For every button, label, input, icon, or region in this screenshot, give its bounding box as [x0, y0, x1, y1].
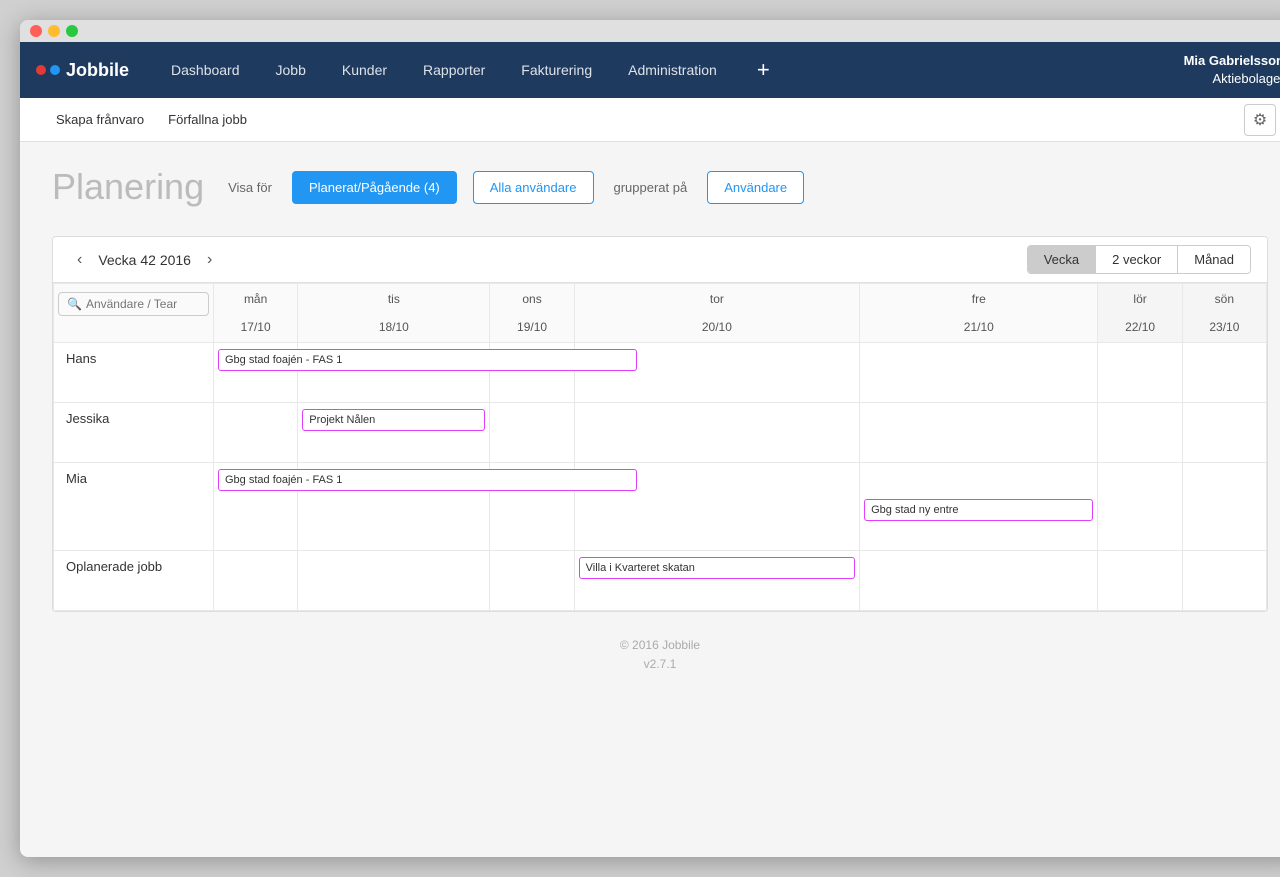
- cell-r3-d6[interactable]: [1182, 551, 1266, 611]
- logo-blue-dot: [50, 65, 60, 75]
- nav-administration[interactable]: Administration: [610, 42, 735, 98]
- cell-r3-d2[interactable]: [490, 551, 574, 611]
- day-header-4: fre21/10: [860, 284, 1098, 343]
- cell-r1-d4[interactable]: [860, 403, 1098, 463]
- nav-fakturering[interactable]: Fakturering: [503, 42, 610, 98]
- calendar-table: 🔍mån17/10tis18/10ons19/10tor20/10fre21/1…: [53, 283, 1267, 611]
- week-label: Vecka 42 2016: [98, 252, 191, 268]
- user-label-0: Hans: [54, 343, 214, 403]
- minimize-button[interactable]: [48, 25, 60, 37]
- user-company: Aktiebolaget: [1184, 70, 1280, 88]
- search-input2[interactable]: [86, 297, 200, 311]
- cell-r1-d3[interactable]: [574, 403, 859, 463]
- user-info: Mia Gabrielsson Aktiebolaget: [1184, 52, 1280, 88]
- cell-r3-d1[interactable]: [298, 551, 490, 611]
- cell-r1-d0[interactable]: [214, 403, 298, 463]
- calendar: ‹ Vecka 42 2016 › Vecka 2 veckor Månad 🔍…: [52, 236, 1268, 612]
- settings-gear-icon[interactable]: ⚙: [1244, 104, 1276, 136]
- event-r3-d3[interactable]: Villa i Kvarteret skatan: [579, 557, 855, 579]
- view-month-button[interactable]: Månad: [1178, 246, 1250, 273]
- search-box2[interactable]: 🔍: [58, 292, 209, 316]
- next-week-button[interactable]: ›: [199, 247, 220, 273]
- footer-copyright: © 2016 Jobbile: [52, 636, 1268, 655]
- subnav: Skapa frånvaro Förfallna jobb ⚙: [20, 98, 1280, 142]
- filter-planned-button[interactable]: Planerat/Pågående (4): [292, 171, 457, 204]
- cell-r2-d0[interactable]: Gbg stad foajén - FAS 1: [214, 463, 298, 551]
- day-header-3: tor20/10: [574, 284, 859, 343]
- logo-text: Jobbile: [66, 60, 129, 81]
- user-name: Mia Gabrielsson: [1184, 52, 1280, 70]
- cell-r0-d0[interactable]: Gbg stad foajén - FAS 1: [214, 343, 298, 403]
- cell-r0-d6[interactable]: [1182, 343, 1266, 403]
- maximize-button[interactable]: [66, 25, 78, 37]
- page-title: Planering: [52, 166, 204, 208]
- cell-r3-d3[interactable]: Villa i Kvarteret skatan: [574, 551, 859, 611]
- day-header-6: sön23/10: [1182, 284, 1266, 343]
- day-header-2: ons19/10: [490, 284, 574, 343]
- user-label-2: Mia: [54, 463, 214, 551]
- nav-jobb[interactable]: Jobb: [258, 42, 324, 98]
- user-label-1: Jessika: [54, 403, 214, 463]
- main-content: Planering Visa för Planerat/Pågående (4)…: [20, 142, 1280, 714]
- day-header-1: tis18/10: [298, 284, 490, 343]
- nav-rapporter[interactable]: Rapporter: [405, 42, 503, 98]
- navbar: Jobbile Dashboard Jobb Kunder Rapporter …: [20, 42, 1280, 98]
- event-r2-d0[interactable]: Gbg stad foajén - FAS 1: [218, 469, 637, 491]
- subnav-forfallna-jobb[interactable]: Förfallna jobb: [156, 98, 259, 142]
- logo-red-dot: [36, 65, 46, 75]
- day-header-0: mån17/10: [214, 284, 298, 343]
- group-by-button[interactable]: Användare: [707, 171, 804, 204]
- user-label-3: Oplanerade jobb: [54, 551, 214, 611]
- cell-r2-d6[interactable]: [1182, 463, 1266, 551]
- title-bar: [20, 20, 1280, 42]
- nav-dashboard[interactable]: Dashboard: [153, 42, 258, 98]
- prev-week-button[interactable]: ‹: [69, 247, 90, 273]
- close-button[interactable]: [30, 25, 42, 37]
- visa-for-label: Visa för: [228, 180, 272, 195]
- grupperat-pa-label: grupperat på: [614, 180, 688, 195]
- cell-r2-d4[interactable]: Gbg stad ny entre: [860, 463, 1098, 551]
- event-r2-d4[interactable]: Gbg stad ny entre: [864, 499, 1093, 521]
- search-header-cell: 🔍: [54, 284, 214, 343]
- cell-r3-d0[interactable]: [214, 551, 298, 611]
- cell-r0-d5[interactable]: [1098, 343, 1182, 403]
- planning-header: Planering Visa för Planerat/Pågående (4)…: [52, 166, 1268, 208]
- cell-r1-d6[interactable]: [1182, 403, 1266, 463]
- cell-r2-d5[interactable]: [1098, 463, 1182, 551]
- calendar-toolbar: ‹ Vecka 42 2016 › Vecka 2 veckor Månad: [53, 237, 1267, 283]
- cell-r1-d2[interactable]: [490, 403, 574, 463]
- cell-r1-d5[interactable]: [1098, 403, 1182, 463]
- view-week-button[interactable]: Vecka: [1028, 246, 1096, 273]
- cell-r1-d1[interactable]: Projekt Nålen: [298, 403, 490, 463]
- filter-all-users-button[interactable]: Alla användare: [473, 171, 594, 204]
- subnav-skapa-franvaro[interactable]: Skapa frånvaro: [44, 98, 156, 142]
- day-header-5: lör22/10: [1098, 284, 1182, 343]
- cell-r3-d5[interactable]: [1098, 551, 1182, 611]
- logo: Jobbile: [36, 60, 129, 81]
- view-2weeks-button[interactable]: 2 veckor: [1096, 246, 1178, 273]
- footer-version: v2.7.1: [52, 655, 1268, 674]
- add-button[interactable]: +: [739, 42, 788, 98]
- view-selector: Vecka 2 veckor Månad: [1027, 245, 1251, 274]
- cell-r0-d4[interactable]: [860, 343, 1098, 403]
- cell-r3-d4[interactable]: [860, 551, 1098, 611]
- footer: © 2016 Jobbile v2.7.1: [52, 612, 1268, 690]
- event-r1-d1[interactable]: Projekt Nålen: [302, 409, 485, 431]
- nav-kunder[interactable]: Kunder: [324, 42, 405, 98]
- event-r0-d0[interactable]: Gbg stad foajén - FAS 1: [218, 349, 637, 371]
